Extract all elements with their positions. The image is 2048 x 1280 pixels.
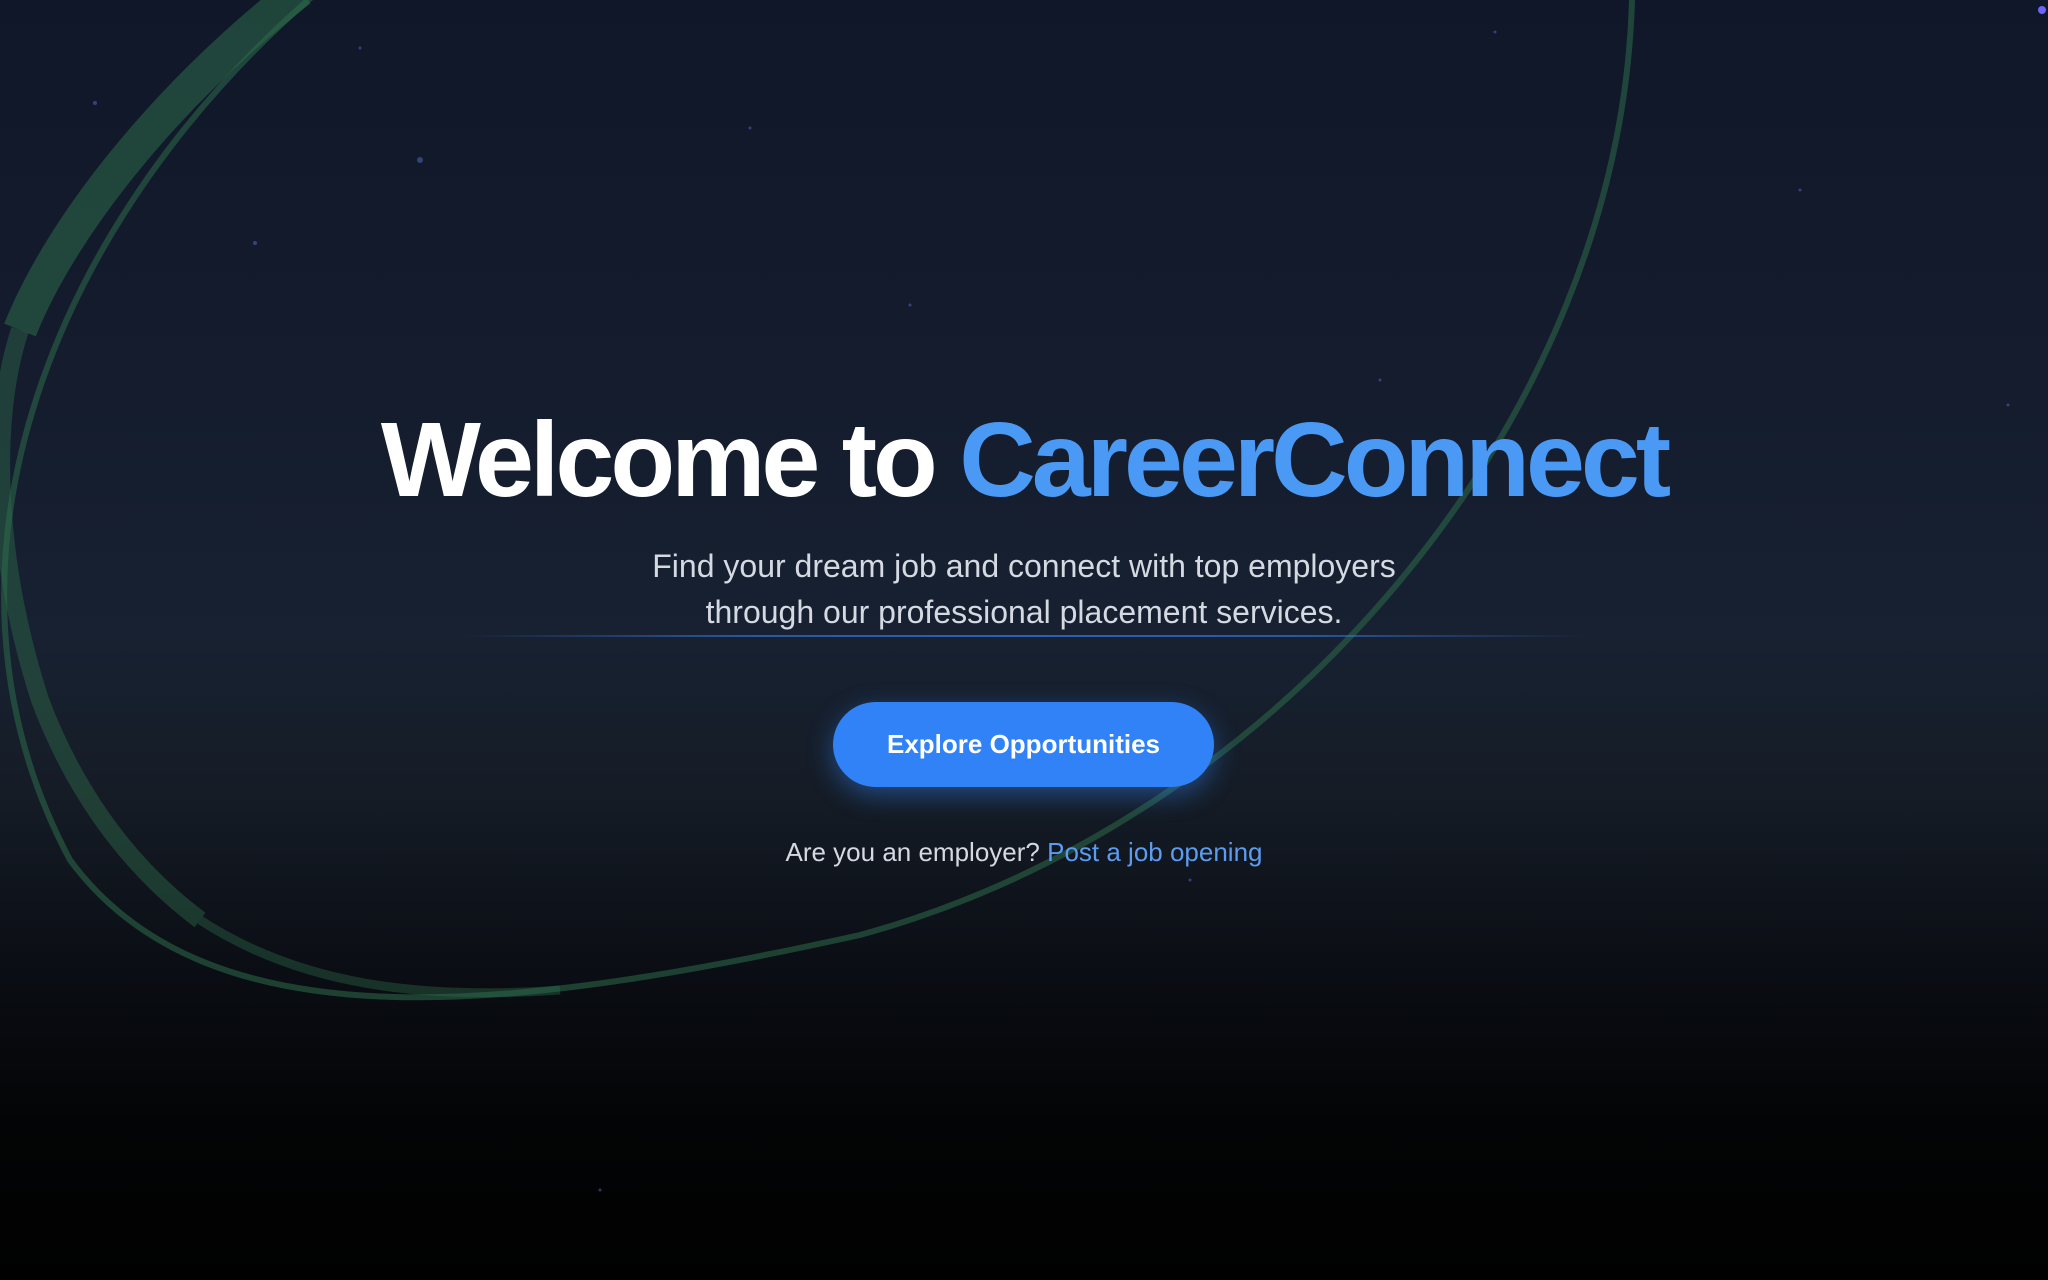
explore-opportunities-button[interactable]: Explore Opportunities — [833, 702, 1214, 787]
employer-prompt-text: Are you an employer? — [785, 837, 1040, 867]
hero-section: Welcome to CareerConnect Find your dream… — [0, 0, 2048, 1280]
hero-title-brand: CareerConnect — [959, 401, 1671, 519]
post-job-link[interactable]: Post a job opening — [1047, 837, 1262, 867]
hero-divider — [460, 635, 1588, 637]
hero-title: Welcome to CareerConnect — [0, 398, 2048, 522]
employer-prompt: Are you an employer? Post a job opening — [0, 834, 2048, 870]
hero-title-prefix: Welcome to — [380, 401, 938, 519]
hero-subtitle: Find your dream job and connect with top… — [0, 543, 2048, 635]
hero-subtitle-line1: Find your dream job and connect with top… — [652, 548, 1396, 584]
hero-subtitle-line2: through our professional placement servi… — [705, 594, 1343, 630]
